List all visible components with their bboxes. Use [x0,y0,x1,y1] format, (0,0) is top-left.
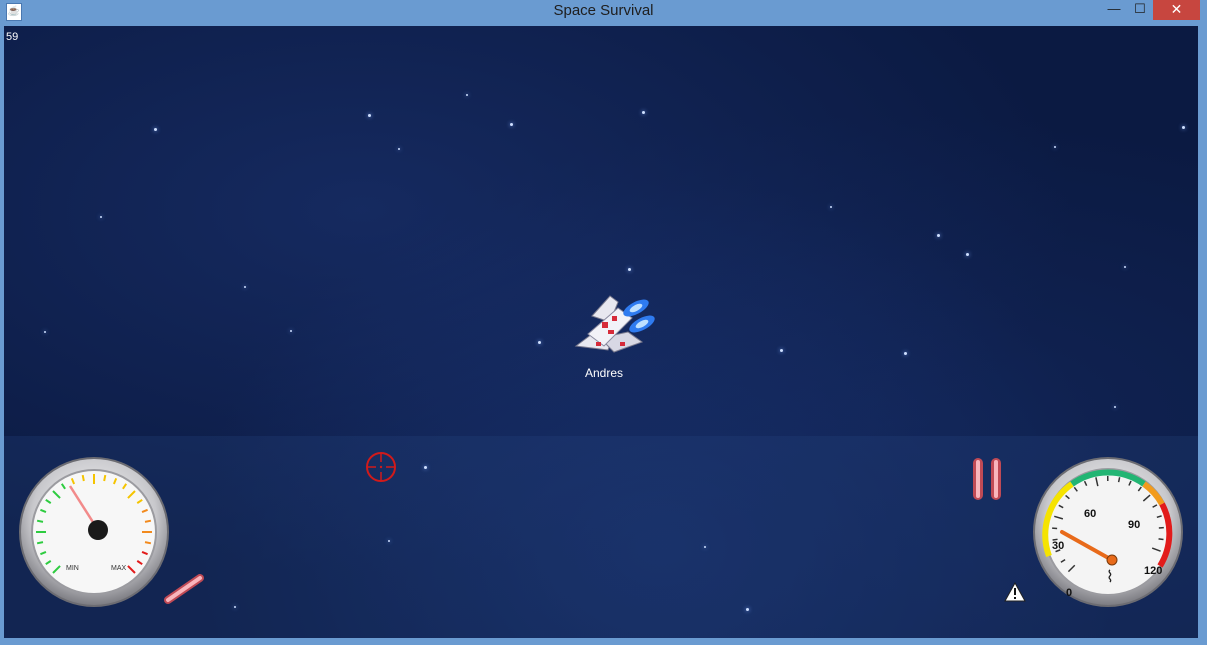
fuel-gauge-tick [36,519,44,523]
title-bar[interactable]: ☕ Space Survival — ☐ ✕ [0,0,1207,24]
star [1114,406,1116,408]
temp-gauge-label: 90 [1128,519,1140,531]
player-name-label: Andres [584,366,624,380]
temp-gauge-label: 0 [1066,587,1072,599]
star [780,349,783,352]
temperature-gauge: 0 30 60 90 120 ⌇ [1033,457,1183,607]
star [1124,266,1126,268]
temp-gauge-label: 120 [1144,565,1162,577]
star [510,123,513,126]
star [1054,146,1056,148]
temp-gauge-tick [1158,538,1164,541]
fuel-gauge-tick [103,474,107,482]
temp-gauge-label: 60 [1084,508,1096,520]
star [628,268,631,271]
fuel-gauge-tick [81,474,85,482]
star [1182,126,1185,129]
game-viewport[interactable]: 59 Andres MIN MAX 0 30 60 90 120 ⌇ [4,26,1198,638]
star [100,216,102,218]
player-spaceship [574,295,655,353]
star [937,234,940,237]
star [704,546,706,548]
crosshair-icon [366,452,396,482]
star [424,466,427,469]
maximize-button[interactable]: ☐ [1128,0,1152,20]
star [966,253,969,256]
warning-icon [1004,582,1026,602]
fuel-max-label: MAX [111,565,127,572]
laser-charge-icon [164,574,204,604]
minimize-button[interactable]: — [1102,0,1126,20]
coolant-temp-icon: ⌇ [1106,569,1114,586]
star [154,128,157,131]
fuel-gauge-tick [36,541,44,545]
star [746,608,749,611]
star [904,352,907,355]
star [44,331,46,333]
star [388,540,390,542]
star [466,94,468,96]
star [642,111,645,114]
star [244,286,246,288]
pause-icon[interactable] [970,456,1006,502]
star [290,330,292,332]
fuel-gauge-tick [144,519,152,523]
window-title: Space Survival [553,2,654,19]
star [830,206,832,208]
fuel-min-label: MIN [66,565,79,572]
temp-gauge-label: 30 [1052,540,1064,552]
star [368,114,371,117]
fuel-gauge: MIN MAX [19,457,169,607]
hud-panel [4,436,1198,638]
star [538,341,541,344]
temp-gauge-tick [1117,477,1121,483]
fps-counter: 59 [6,31,19,43]
fuel-gauge-tick [144,541,152,545]
star [234,606,236,608]
close-button[interactable]: ✕ [1153,0,1200,20]
star [398,148,400,150]
